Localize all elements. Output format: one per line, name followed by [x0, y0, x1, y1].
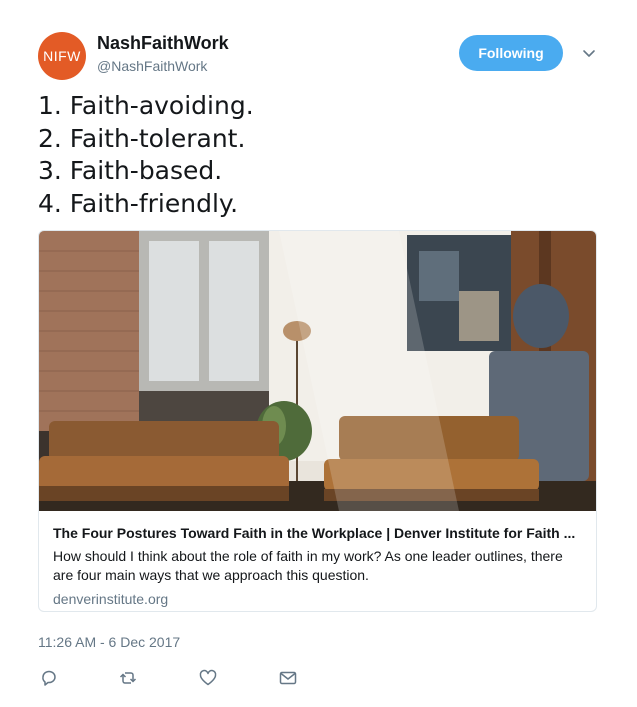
- tweet-line: 2. Faith-tolerant.: [38, 123, 246, 153]
- chevron-down-icon[interactable]: [580, 44, 598, 62]
- avatar[interactable]: NIFW: [38, 32, 86, 80]
- tweet-line: 3. Faith-based.: [38, 156, 223, 185]
- avatar-text: NIFW: [43, 48, 81, 64]
- tweet-line: 4. Faith-friendly.: [38, 188, 239, 218]
- following-button[interactable]: Following: [459, 35, 563, 71]
- retweet-icon[interactable]: [118, 668, 138, 688]
- tweet-text: 1. Faith-avoiding. 2. Faith-tolerant. 3.…: [38, 90, 254, 220]
- heart-icon[interactable]: [198, 668, 218, 688]
- link-preview-card[interactable]: The Four Postures Toward Faith in the Wo…: [38, 230, 597, 612]
- envelope-icon[interactable]: [278, 668, 298, 688]
- tweet-card: NIFW NashFaithWork @NashFaithWork Follow…: [0, 0, 637, 707]
- link-preview-domain: denverinstitute.org: [53, 591, 169, 607]
- author-handle[interactable]: @NashFaithWork: [97, 58, 207, 74]
- tweet-timestamp[interactable]: 11:26 AM - 6 Dec 2017: [38, 634, 180, 650]
- author-display-name[interactable]: NashFaithWork: [97, 33, 229, 54]
- following-button-label: Following: [478, 45, 544, 61]
- link-preview-description: How should I think about the role of fai…: [53, 548, 563, 583]
- link-preview-title[interactable]: The Four Postures Toward Faith in the Wo…: [53, 524, 583, 542]
- reply-icon[interactable]: [39, 668, 59, 688]
- link-preview-meta: The Four Postures Toward Faith in the Wo…: [53, 524, 583, 608]
- tweet-line: 1. Faith-avoiding.: [38, 91, 254, 120]
- link-preview-image[interactable]: [39, 231, 596, 511]
